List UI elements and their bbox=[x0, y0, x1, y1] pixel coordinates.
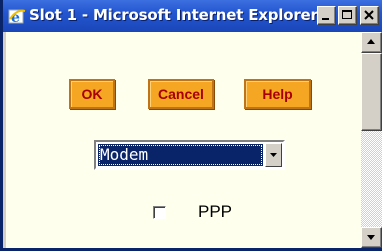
connection-type-select[interactable]: Modem bbox=[94, 140, 285, 170]
close-button[interactable] bbox=[360, 6, 379, 25]
maximize-icon bbox=[342, 10, 352, 19]
chevron-down-icon bbox=[270, 153, 277, 157]
scroll-thumb[interactable] bbox=[361, 53, 382, 131]
page-content: OK Cancel Help Modem PPP bbox=[6, 32, 361, 248]
scroll-down-button[interactable] bbox=[361, 227, 382, 248]
ppp-label: PPP bbox=[198, 202, 233, 221]
browser-window: e Slot 1 - Microsoft Internet Explorer O… bbox=[0, 0, 382, 251]
close-icon bbox=[364, 10, 374, 20]
scroll-up-button[interactable] bbox=[361, 32, 382, 53]
ok-button[interactable]: OK bbox=[69, 79, 115, 109]
window-title: Slot 1 - Microsoft Internet Explorer bbox=[29, 6, 318, 24]
arrow-up-icon bbox=[367, 39, 375, 44]
select-value: Modem bbox=[98, 144, 263, 166]
ppp-checkbox[interactable] bbox=[153, 206, 166, 219]
dropdown-button[interactable] bbox=[265, 143, 282, 167]
help-button[interactable]: Help bbox=[244, 79, 311, 109]
title-bar[interactable]: e Slot 1 - Microsoft Internet Explorer bbox=[3, 0, 382, 32]
minimize-icon bbox=[322, 18, 329, 20]
minimize-button[interactable] bbox=[317, 6, 336, 25]
maximize-button[interactable] bbox=[338, 6, 357, 25]
arrow-down-icon bbox=[367, 235, 375, 240]
internet-explorer-icon: e bbox=[8, 7, 26, 26]
cancel-button[interactable]: Cancel bbox=[148, 79, 214, 109]
vertical-scrollbar[interactable] bbox=[361, 32, 382, 248]
